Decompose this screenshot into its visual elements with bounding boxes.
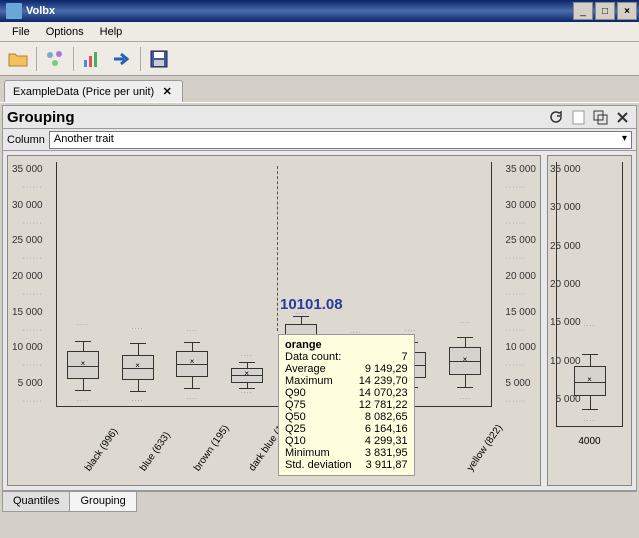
- y-axis-left: 35 000 ······ 30 000 ······ 25 000 ·····…: [12, 164, 43, 405]
- export-button[interactable]: [108, 45, 136, 73]
- filter-button[interactable]: [41, 45, 69, 73]
- tab-quantiles[interactable]: Quantiles: [2, 492, 70, 512]
- document-tab-label: ExampleData (Price per unit): [13, 86, 154, 98]
- column-select[interactable]: Another trait: [49, 131, 632, 149]
- category-label: brown (195): [192, 423, 232, 473]
- minimize-button[interactable]: _: [573, 2, 593, 20]
- copy-button[interactable]: [590, 107, 610, 127]
- column-label: Column: [7, 134, 45, 146]
- floppy-icon: [150, 50, 168, 68]
- hover-value: 10101.08: [280, 296, 343, 313]
- close-button[interactable]: ×: [617, 2, 637, 20]
- copy-icon: [593, 110, 608, 125]
- panel-title: Grouping: [7, 109, 544, 126]
- window-title: Volbx: [26, 5, 573, 17]
- app-icon: [6, 3, 22, 19]
- arrow-right-icon: [112, 51, 132, 67]
- menu-help[interactable]: Help: [92, 24, 131, 40]
- y-axis-right: 35 000 ······ 30 000 ······ 25 000 ·····…: [505, 164, 536, 405]
- summary-boxplot-area[interactable]: 35 000 30 000 25 000 20 000 15 000 10 00…: [547, 155, 632, 486]
- boxplot[interactable]: ····×····: [122, 162, 154, 406]
- main-boxplot-area[interactable]: 35 000 ······ 30 000 ······ 25 000 ·····…: [7, 155, 541, 486]
- close-icon: [616, 111, 629, 124]
- summary-count-label: 4000: [548, 436, 631, 447]
- boxplot[interactable]: ····×····: [574, 162, 606, 426]
- folder-icon: [8, 51, 28, 67]
- refresh-icon: [549, 110, 564, 125]
- tab-close-button[interactable]: ✕: [160, 85, 174, 99]
- document-tab[interactable]: ExampleData (Price per unit) ✕: [4, 80, 183, 102]
- category-label: blue (633): [138, 430, 173, 473]
- panel-close-button[interactable]: [612, 107, 632, 127]
- bar-chart-icon: [82, 50, 102, 68]
- menu-file[interactable]: File: [4, 24, 38, 40]
- tooltip-title: orange: [285, 339, 322, 351]
- open-folder-button[interactable]: [4, 45, 32, 73]
- page-icon: [572, 110, 585, 125]
- menu-options[interactable]: Options: [38, 24, 92, 40]
- new-button[interactable]: [568, 107, 588, 127]
- crosshair-line: [277, 166, 278, 331]
- category-label: black (996): [83, 426, 120, 473]
- boxplot[interactable]: ····×····: [449, 162, 481, 406]
- refresh-button[interactable]: [546, 107, 566, 127]
- boxplot[interactable]: ····×····: [176, 162, 208, 406]
- maximize-button[interactable]: □: [595, 2, 615, 20]
- tab-grouping[interactable]: Grouping: [69, 492, 136, 512]
- boxplot[interactable]: ····×····: [67, 162, 99, 406]
- column-select-value: Another trait: [54, 133, 114, 145]
- save-button[interactable]: [145, 45, 173, 73]
- category-label: yellow (822): [465, 423, 505, 473]
- boxplot[interactable]: ····×····: [231, 162, 263, 406]
- cluster-icon: [45, 49, 65, 69]
- stats-tooltip: orange Data count:7Average9 149,29Maximu…: [278, 334, 415, 476]
- chart-button[interactable]: [78, 45, 106, 73]
